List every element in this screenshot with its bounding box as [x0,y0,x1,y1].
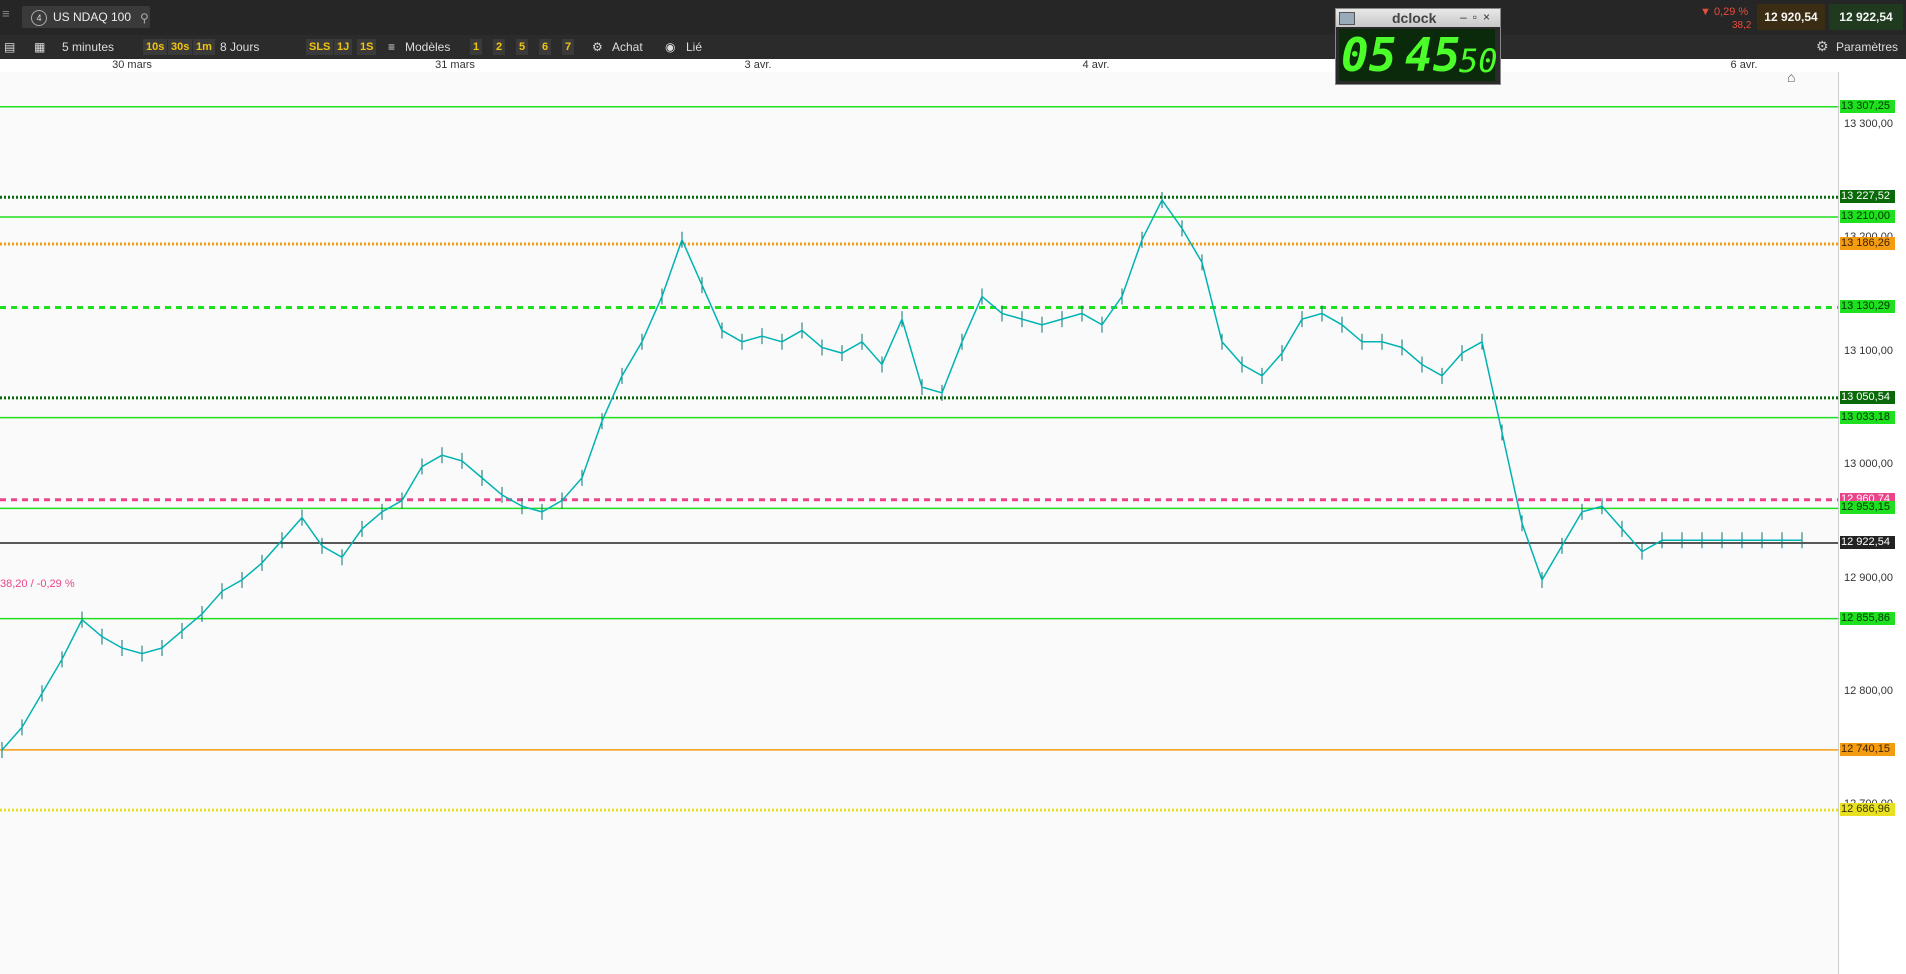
price-tick-label: 13 100,00 [1844,344,1893,357]
btn-10s[interactable]: 10s [143,39,168,55]
level-price-label: 12 953,15 [1840,501,1895,515]
level-price-label: 13 130,29 [1840,300,1895,314]
change-percent: ▼ 0,29 % [1700,6,1749,18]
date-label: 3 avr. [744,59,772,71]
level-price-label: 13 050,54 [1840,390,1895,404]
parametres-button[interactable]: Paramètres [1836,37,1898,57]
btn-sls[interactable]: SLS [306,39,334,55]
price-line [1,198,1802,751]
level-price-label: 12 740,15 [1840,742,1895,756]
level-price-label: 13 210,00 [1840,210,1895,224]
menu-icon[interactable]: ≡ [2,7,14,20]
btn-1m[interactable]: 1m [193,39,215,55]
date-label: 4 avr. [1082,59,1110,71]
models-icon[interactable]: ≡ [388,35,395,59]
list-icon[interactable]: ▤ [4,35,15,59]
price-tick-label: 13 300,00 [1844,118,1893,130]
change-absolute: 38,2 [1732,20,1752,31]
dclock-title: dclock [1392,10,1437,26]
btn-preset-7[interactable]: 7 [562,39,575,55]
symbol-index-badge: 4 [31,10,47,26]
price-tick-label: 12 900,00 [1844,571,1893,584]
link-icon[interactable]: ◉ [665,35,675,59]
window-controls[interactable]: ‒▫× [1460,10,1496,24]
btn-preset-1[interactable]: 1 [470,39,483,55]
btn-preset-6[interactable]: 6 [539,39,552,55]
symbol-selector[interactable]: 4 US NDAQ 100 ⚲ [22,6,150,28]
btn-30s[interactable]: 30s [168,39,193,55]
level-price-label: 13 307,25 [1840,99,1895,113]
window-icon [1339,12,1355,25]
date-label: 30 mars [112,59,152,71]
btn-1s[interactable]: 1S [357,39,377,55]
bid-price-button[interactable]: 12 920,54 [1757,4,1825,30]
models-button[interactable]: Modèles [405,35,450,59]
dclock-titlebar[interactable]: dclock ‒▫× [1336,9,1500,27]
price-chart[interactable] [0,72,1840,974]
clock-minutes: 45 [1405,28,1461,82]
level-price-label: 13 227,52 [1840,190,1895,204]
date-label: 6 avr. [1730,59,1758,71]
btn-preset-2[interactable]: 2 [493,39,506,55]
btn-1j[interactable]: 1J [334,39,353,55]
achat-icon[interactable]: ⚙ [592,35,603,59]
level-price-label: 12 855,86 [1840,611,1895,625]
price-axis [1838,72,1906,974]
layout-icon[interactable]: ▦ [34,35,45,59]
timeframe-select[interactable]: 5 minutes [62,35,114,59]
date-label: 31 mars [435,59,475,71]
symbol-name: US NDAQ 100 [53,10,132,24]
date-axis: 30 mars 31 mars 3 avr. 4 avr. 6 avr. [0,59,1906,72]
alert-label: 38,20 / -0,29 % [0,578,75,590]
level-price-label: 12 686,96 [1840,803,1895,817]
achat-button[interactable]: Achat [612,35,643,59]
gear-icon[interactable]: ⚙ [1816,38,1829,55]
level-price-label: 12 922,54 [1840,536,1895,550]
dclock-window[interactable]: dclock ‒▫× 05 45 50 [1335,8,1501,85]
ask-price-button[interactable]: 12 922,54 [1829,4,1903,30]
lie-button[interactable]: Lié [686,35,702,59]
chart-toolbar: ▤ ▦ 5 minutes 10s 30s 1m 8 Jours SLS 1J … [0,35,1906,59]
level-price-label: 13 033,18 [1840,410,1895,424]
price-tick-label: 12 800,00 [1844,685,1893,697]
price-tick-label: 13 000,00 [1844,458,1893,471]
range-select[interactable]: 8 Jours [220,35,259,59]
btn-preset-5[interactable]: 5 [516,39,529,55]
clock-seconds: 50 [1459,42,1498,80]
dclock-display: 05 45 50 [1339,28,1498,82]
top-bar: ≡ 4 US NDAQ 100 ⚲ ▼ 0,29 % 38,2 12 920,5… [0,0,1906,35]
search-icon[interactable]: ⚲ [140,11,149,25]
clock-hours: 05 [1341,28,1397,82]
level-price-label: 13 186,26 [1840,236,1895,250]
